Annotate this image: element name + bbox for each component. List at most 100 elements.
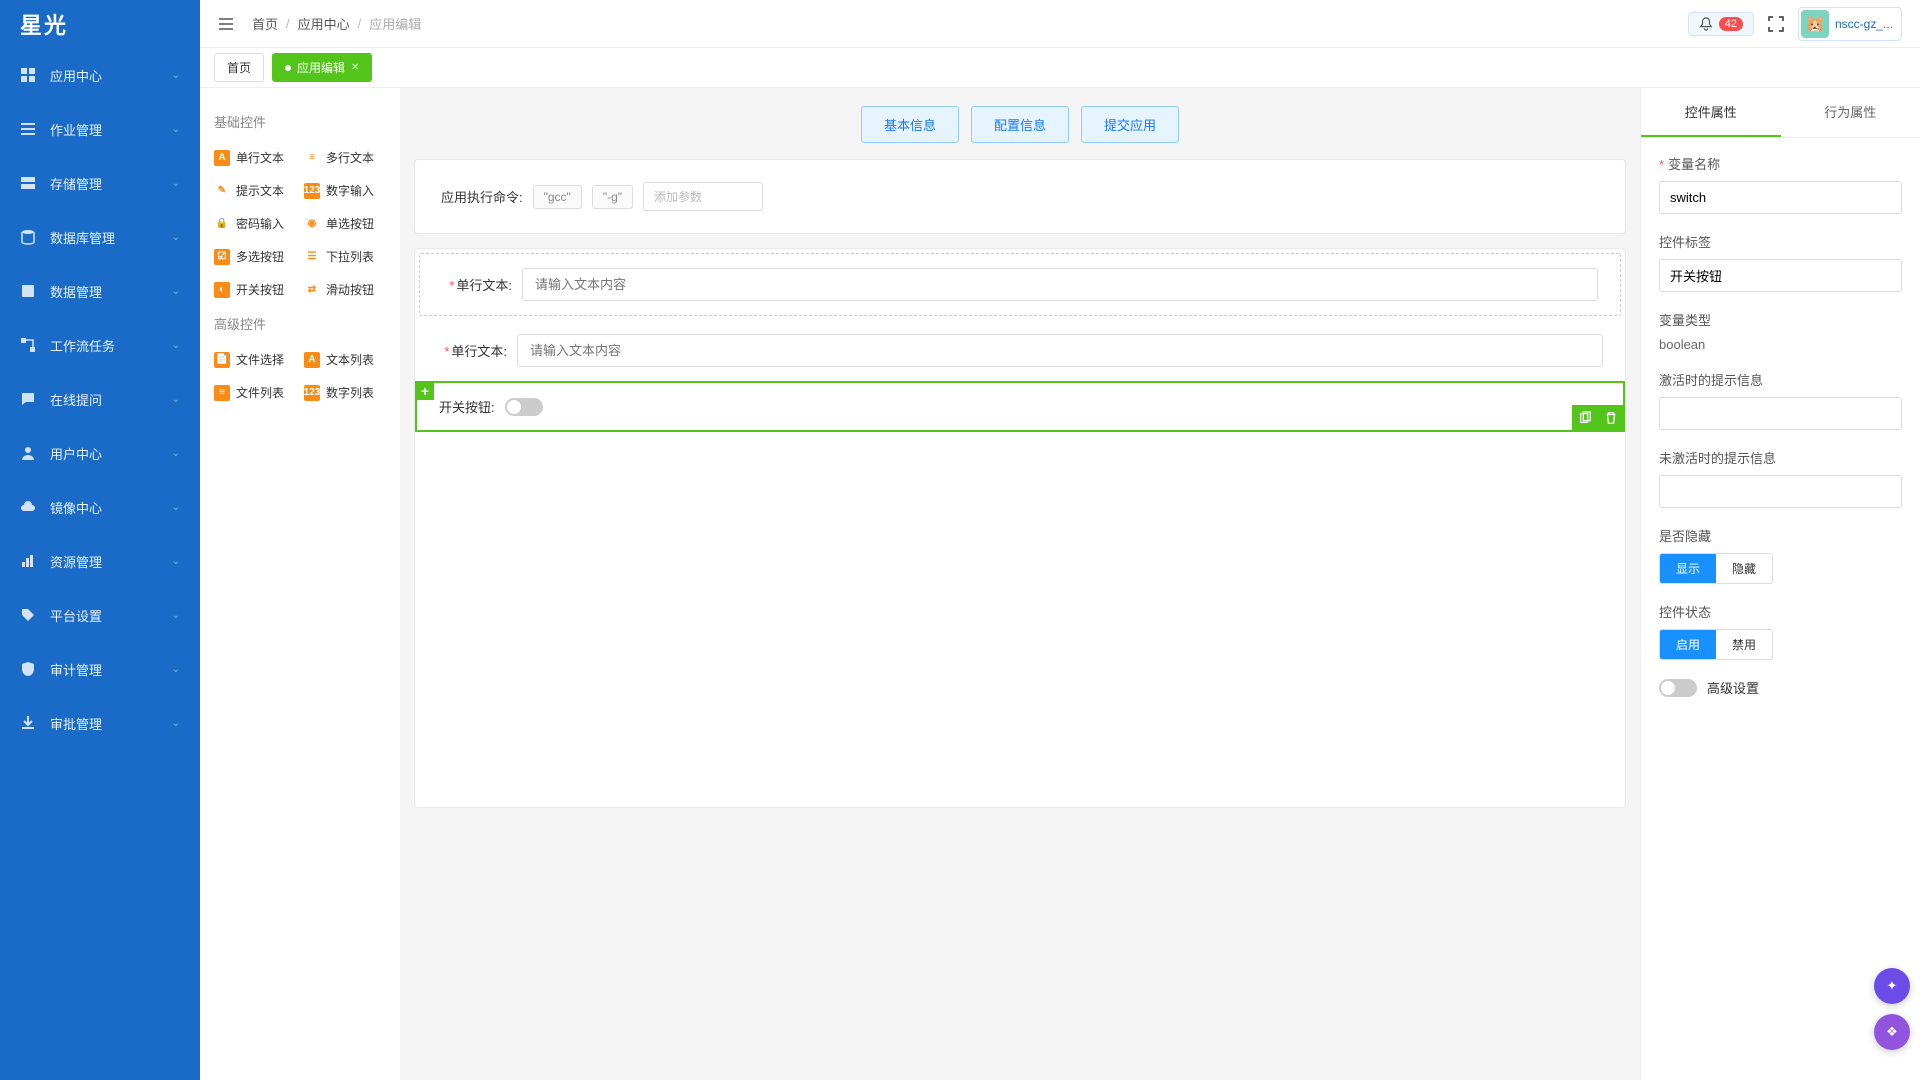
tab-label: 应用编辑 xyxy=(297,59,345,76)
download-icon xyxy=(20,715,36,731)
widget-label: 提示文本 xyxy=(236,182,284,199)
step-basic-info[interactable]: 基本信息 xyxy=(861,106,959,143)
form-field-label: *单行文本: xyxy=(442,275,512,294)
widget-label: 开关按钮 xyxy=(236,281,284,298)
props-tab-control[interactable]: 控件属性 xyxy=(1641,88,1781,137)
hidden-hide-option[interactable]: 隐藏 xyxy=(1716,554,1772,583)
widget-password[interactable]: 🔒密码输入 xyxy=(210,209,300,238)
nav-data[interactable]: 数据管理⌄ xyxy=(0,264,200,318)
tab-app-edit[interactable]: 应用编辑 ✕ xyxy=(272,53,372,82)
chevron-down-icon: ⌄ xyxy=(172,286,180,297)
chevron-down-icon: ⌄ xyxy=(172,124,180,135)
advanced-settings-switch[interactable] xyxy=(1659,679,1697,697)
nav-workflow[interactable]: 工作流任务⌄ xyxy=(0,318,200,372)
widget-single-text[interactable]: A单行文本 xyxy=(210,143,300,172)
nav-app-center[interactable]: 应用中心⌄ xyxy=(0,48,200,102)
step-config-info[interactable]: 配置信息 xyxy=(971,106,1069,143)
widget-file-select[interactable]: 📄文件选择 xyxy=(210,345,300,374)
widget-label: 数字列表 xyxy=(326,384,374,401)
hidden-toggle: 显示 隐藏 xyxy=(1659,553,1773,584)
breadcrumb-mid[interactable]: 应用中心 xyxy=(298,14,350,33)
chevron-down-icon: ⌄ xyxy=(172,502,180,513)
state-toggle: 启用 禁用 xyxy=(1659,629,1773,660)
lines-icon: ≡ xyxy=(304,150,320,166)
number-list-icon: 123 xyxy=(304,385,320,401)
form-row-switch[interactable]: + 开关按钮: xyxy=(415,381,1625,432)
nav-label: 工作流任务 xyxy=(50,336,115,355)
props-tab-behavior[interactable]: 行为属性 xyxy=(1781,88,1920,137)
close-icon[interactable]: ✕ xyxy=(351,62,359,73)
command-chip[interactable]: "-g" xyxy=(592,185,633,209)
var-name-input[interactable] xyxy=(1659,181,1902,214)
text-icon: A xyxy=(214,150,230,166)
text-input[interactable] xyxy=(517,334,1603,367)
breadcrumb-home[interactable]: 首页 xyxy=(252,14,278,33)
nav-job[interactable]: 作业管理⌄ xyxy=(0,102,200,156)
inactive-hint-input[interactable] xyxy=(1659,475,1902,508)
nav-label: 用户中心 xyxy=(50,444,102,463)
nav-label: 资源管理 xyxy=(50,552,102,571)
chart-icon xyxy=(20,553,36,569)
chevron-down-icon: ⌄ xyxy=(172,664,180,675)
widget-checkbox[interactable]: ☑多选按钮 xyxy=(210,242,300,271)
widget-dropdown[interactable]: ☰下拉列表 xyxy=(300,242,390,271)
form-row-text1[interactable]: *单行文本: xyxy=(419,253,1621,316)
nav-storage[interactable]: 存储管理⌄ xyxy=(0,156,200,210)
dropdown-icon: ☰ xyxy=(304,249,320,265)
widget-number-input[interactable]: 123数字输入 xyxy=(300,176,390,205)
nav-audit[interactable]: 审计管理⌄ xyxy=(0,642,200,696)
active-hint-input[interactable] xyxy=(1659,397,1902,430)
tab-home[interactable]: 首页 xyxy=(214,53,264,82)
add-handle-icon[interactable]: + xyxy=(416,382,434,400)
nav-settings[interactable]: 平台设置⌄ xyxy=(0,588,200,642)
form-field-label: 开关按钮: xyxy=(439,397,495,416)
ctrl-label-input[interactable] xyxy=(1659,259,1902,292)
widget-slider[interactable]: ⇄滑动按钮 xyxy=(300,275,390,304)
state-enable-option[interactable]: 启用 xyxy=(1660,630,1716,659)
form-canvas[interactable]: *单行文本: *单行文本: + 开关按钮: xyxy=(414,248,1626,808)
widget-text-list[interactable]: A文本列表 xyxy=(300,345,390,374)
breadcrumb-current: 应用编辑 xyxy=(369,14,421,33)
prop-hidden-label: 是否隐藏 xyxy=(1659,526,1902,545)
copy-icon[interactable] xyxy=(1572,405,1598,431)
file-list-icon: ≡ xyxy=(214,385,230,401)
step-submit[interactable]: 提交应用 xyxy=(1081,106,1179,143)
hidden-show-option[interactable]: 显示 xyxy=(1660,554,1716,583)
nav-image[interactable]: 镜像中心⌄ xyxy=(0,480,200,534)
widget-switch[interactable]: ◐ 开关按钮 xyxy=(210,275,300,304)
switch-control[interactable] xyxy=(505,398,543,416)
user-menu[interactable]: 🐹 nscc-gz_... xyxy=(1798,7,1902,41)
assistant-float-button[interactable]: ❖ xyxy=(1874,1014,1910,1050)
widget-multi-text[interactable]: ≡多行文本 xyxy=(300,143,390,172)
widget-file-list[interactable]: ≡文件列表 xyxy=(210,378,300,407)
text-input[interactable] xyxy=(522,268,1598,301)
nav-resource[interactable]: 资源管理⌄ xyxy=(0,534,200,588)
notifications-button[interactable]: 42 xyxy=(1688,12,1754,36)
fullscreen-icon[interactable] xyxy=(1768,16,1784,32)
chevron-down-icon: ⌄ xyxy=(172,718,180,729)
tabs-bar: 首页 应用编辑 ✕ xyxy=(200,48,1920,88)
nav-qa[interactable]: 在线提问⌄ xyxy=(0,372,200,426)
nav-label: 存储管理 xyxy=(50,174,102,193)
delete-icon[interactable] xyxy=(1598,405,1624,431)
add-param-input[interactable]: 添加参数 xyxy=(643,182,763,211)
list-icon xyxy=(20,121,36,137)
chevron-down-icon: ⌄ xyxy=(172,70,180,81)
command-chip[interactable]: "gcc" xyxy=(533,185,582,209)
workflow-icon xyxy=(20,337,36,353)
nav-approval[interactable]: 审批管理⌄ xyxy=(0,696,200,750)
widget-palette: 基础控件 A单行文本 ≡多行文本 ✎提示文本 123数字输入 🔒密码输入 ◉单选… xyxy=(200,88,400,1080)
widget-label: 文本列表 xyxy=(326,351,374,368)
nav-user[interactable]: 用户中心⌄ xyxy=(0,426,200,480)
menu-toggle-icon[interactable] xyxy=(218,16,234,32)
widget-number-list[interactable]: 123 数字列表 xyxy=(300,378,390,407)
avatar: 🐹 xyxy=(1801,10,1829,38)
switch-icon: ◐ xyxy=(214,282,230,298)
widget-hint-text[interactable]: ✎提示文本 xyxy=(210,176,300,205)
state-disable-option[interactable]: 禁用 xyxy=(1716,630,1772,659)
nav-database[interactable]: 数据库管理⌄ xyxy=(0,210,200,264)
help-float-button[interactable]: ✦ xyxy=(1874,968,1910,1004)
widget-radio[interactable]: ◉单选按钮 xyxy=(300,209,390,238)
form-row-text2[interactable]: *单行文本: xyxy=(415,320,1625,381)
nav-label: 在线提问 xyxy=(50,390,102,409)
